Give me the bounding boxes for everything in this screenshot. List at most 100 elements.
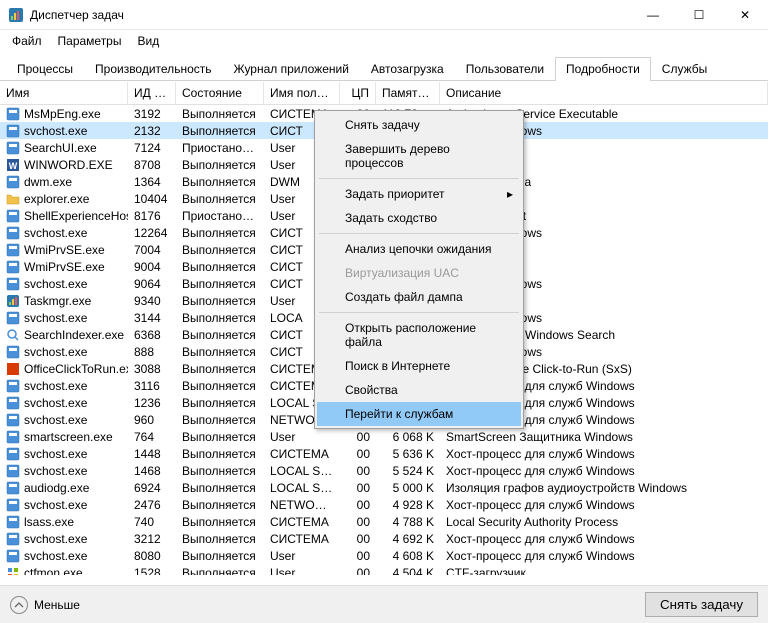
process-mem: 4 608 K bbox=[376, 549, 440, 563]
process-icon bbox=[6, 566, 20, 576]
process-pid: 9340 bbox=[128, 294, 176, 308]
ctx-separator bbox=[319, 312, 519, 313]
window-title: Диспетчер задач bbox=[30, 8, 630, 22]
process-pid: 8176 bbox=[128, 209, 176, 223]
col-mem[interactable]: Память (ч... bbox=[376, 82, 440, 104]
ctx-end-tree[interactable]: Завершить дерево процессов bbox=[317, 137, 521, 175]
chevron-right-icon: ▸ bbox=[507, 187, 513, 201]
table-row[interactable]: svchost.exe1448ВыполняетсяСИСТЕМА005 636… bbox=[0, 445, 768, 462]
process-pid: 12264 bbox=[128, 226, 176, 240]
ctx-search[interactable]: Поиск в Интернете bbox=[317, 354, 521, 378]
process-pid: 888 bbox=[128, 345, 176, 359]
process-user: СИСТЕМА bbox=[264, 447, 340, 461]
process-cpu: 00 bbox=[340, 549, 376, 563]
process-name: smartscreen.exe bbox=[24, 430, 113, 444]
maximize-button[interactable]: ☐ bbox=[676, 0, 722, 30]
process-pid: 7124 bbox=[128, 141, 176, 155]
process-name: explorer.exe bbox=[24, 192, 89, 206]
process-name: svchost.exe bbox=[24, 464, 87, 478]
ctx-dump[interactable]: Создать файл дампа bbox=[317, 285, 521, 309]
table-row[interactable]: audiodg.exe6924ВыполняетсяLOCAL SE...005… bbox=[0, 479, 768, 496]
col-name[interactable]: Имя bbox=[0, 82, 128, 104]
process-user: User bbox=[264, 566, 340, 576]
col-cpu[interactable]: ЦП bbox=[340, 82, 376, 104]
process-name: dwm.exe bbox=[24, 175, 72, 189]
process-user: NETWORK... bbox=[264, 498, 340, 512]
process-state: Выполняется bbox=[176, 566, 264, 576]
process-mem: 4 504 K bbox=[376, 566, 440, 576]
table-row[interactable]: lsass.exe740ВыполняетсяСИСТЕМА004 788 KL… bbox=[0, 513, 768, 530]
process-icon bbox=[6, 209, 20, 223]
process-user: User bbox=[264, 549, 340, 563]
process-icon bbox=[6, 532, 20, 546]
tab-users[interactable]: Пользователи bbox=[455, 57, 555, 81]
ctx-end-task[interactable]: Снять задачу bbox=[317, 113, 521, 137]
table-row[interactable]: svchost.exe3212ВыполняетсяСИСТЕМА004 692… bbox=[0, 530, 768, 547]
process-icon bbox=[6, 226, 20, 240]
process-desc: Хост-процесс для служб Windows bbox=[440, 498, 768, 512]
minimize-button[interactable]: — bbox=[630, 0, 676, 30]
process-cpu: 00 bbox=[340, 464, 376, 478]
process-cpu: 00 bbox=[340, 532, 376, 546]
tab-processes[interactable]: Процессы bbox=[6, 57, 84, 81]
col-user[interactable]: Имя польз... bbox=[264, 82, 340, 104]
process-state: Выполняется bbox=[176, 277, 264, 291]
tab-history[interactable]: Журнал приложений bbox=[223, 57, 360, 81]
ctx-affinity[interactable]: Задать сходство bbox=[317, 206, 521, 230]
process-mem: 5 636 K bbox=[376, 447, 440, 461]
process-state: Выполняется bbox=[176, 447, 264, 461]
process-state: Выполняется bbox=[176, 481, 264, 495]
table-row[interactable]: ctfmon.exe1528ВыполняетсяUser004 504 KCT… bbox=[0, 564, 768, 575]
process-icon bbox=[6, 107, 20, 121]
tab-startup[interactable]: Автозагрузка bbox=[360, 57, 455, 81]
process-icon bbox=[6, 141, 20, 155]
process-pid: 764 bbox=[128, 430, 176, 444]
col-pid[interactable]: ИД п... bbox=[128, 82, 176, 104]
process-pid: 8080 bbox=[128, 549, 176, 563]
ctx-uac: Виртуализация UAC bbox=[317, 261, 521, 285]
table-row[interactable]: svchost.exe1468ВыполняетсяLOCAL SE...005… bbox=[0, 462, 768, 479]
process-desc: Хост-процесс для служб Windows bbox=[440, 447, 768, 461]
tab-details[interactable]: Подробности bbox=[555, 57, 651, 81]
process-state: Выполняется bbox=[176, 379, 264, 393]
process-name: SearchUI.exe bbox=[24, 141, 97, 155]
ctx-open-location[interactable]: Открыть расположение файла bbox=[317, 316, 521, 354]
ctx-properties[interactable]: Свойства bbox=[317, 378, 521, 402]
fewer-details-button[interactable]: Меньше bbox=[10, 596, 80, 614]
svg-text:W: W bbox=[9, 161, 18, 171]
col-desc[interactable]: Описание bbox=[440, 82, 768, 104]
table-row[interactable]: svchost.exe8080ВыполняетсяUser004 608 KХ… bbox=[0, 547, 768, 564]
process-state: Выполняется bbox=[176, 260, 264, 274]
process-state: Приостановл... bbox=[176, 209, 264, 223]
process-state: Выполняется bbox=[176, 532, 264, 546]
ctx-priority[interactable]: Задать приоритет▸ bbox=[317, 182, 521, 206]
table-row[interactable]: smartscreen.exe764ВыполняетсяUser006 068… bbox=[0, 428, 768, 445]
close-button[interactable]: ✕ bbox=[722, 0, 768, 30]
menu-options[interactable]: Параметры bbox=[52, 32, 128, 50]
ctx-wait-chain[interactable]: Анализ цепочки ожидания bbox=[317, 237, 521, 261]
table-row[interactable]: svchost.exe2476ВыполняетсяNETWORK...004 … bbox=[0, 496, 768, 513]
process-desc: Хост-процесс для служб Windows bbox=[440, 532, 768, 546]
process-icon bbox=[6, 294, 20, 308]
process-pid: 9064 bbox=[128, 277, 176, 291]
process-icon bbox=[6, 345, 20, 359]
col-state[interactable]: Состояние bbox=[176, 82, 264, 104]
process-pid: 8708 bbox=[128, 158, 176, 172]
process-user: User bbox=[264, 430, 340, 444]
chevron-up-icon bbox=[10, 596, 28, 614]
process-name: WmiPrvSE.exe bbox=[24, 260, 105, 274]
end-task-button[interactable]: Снять задачу bbox=[645, 592, 758, 617]
menu-view[interactable]: Вид bbox=[131, 32, 165, 50]
process-name: ShellExperienceHost... bbox=[24, 209, 128, 223]
process-icon bbox=[6, 413, 20, 427]
tab-services[interactable]: Службы bbox=[651, 57, 718, 81]
menu-file[interactable]: Файл bbox=[6, 32, 48, 50]
process-state: Выполняется bbox=[176, 345, 264, 359]
process-pid: 2476 bbox=[128, 498, 176, 512]
tab-performance[interactable]: Производительность bbox=[84, 57, 222, 81]
process-state: Выполняется bbox=[176, 294, 264, 308]
process-state: Выполняется bbox=[176, 498, 264, 512]
ctx-goto-services[interactable]: Перейти к службам bbox=[317, 402, 521, 426]
process-pid: 7004 bbox=[128, 243, 176, 257]
process-name: ctfmon.exe bbox=[24, 566, 83, 576]
